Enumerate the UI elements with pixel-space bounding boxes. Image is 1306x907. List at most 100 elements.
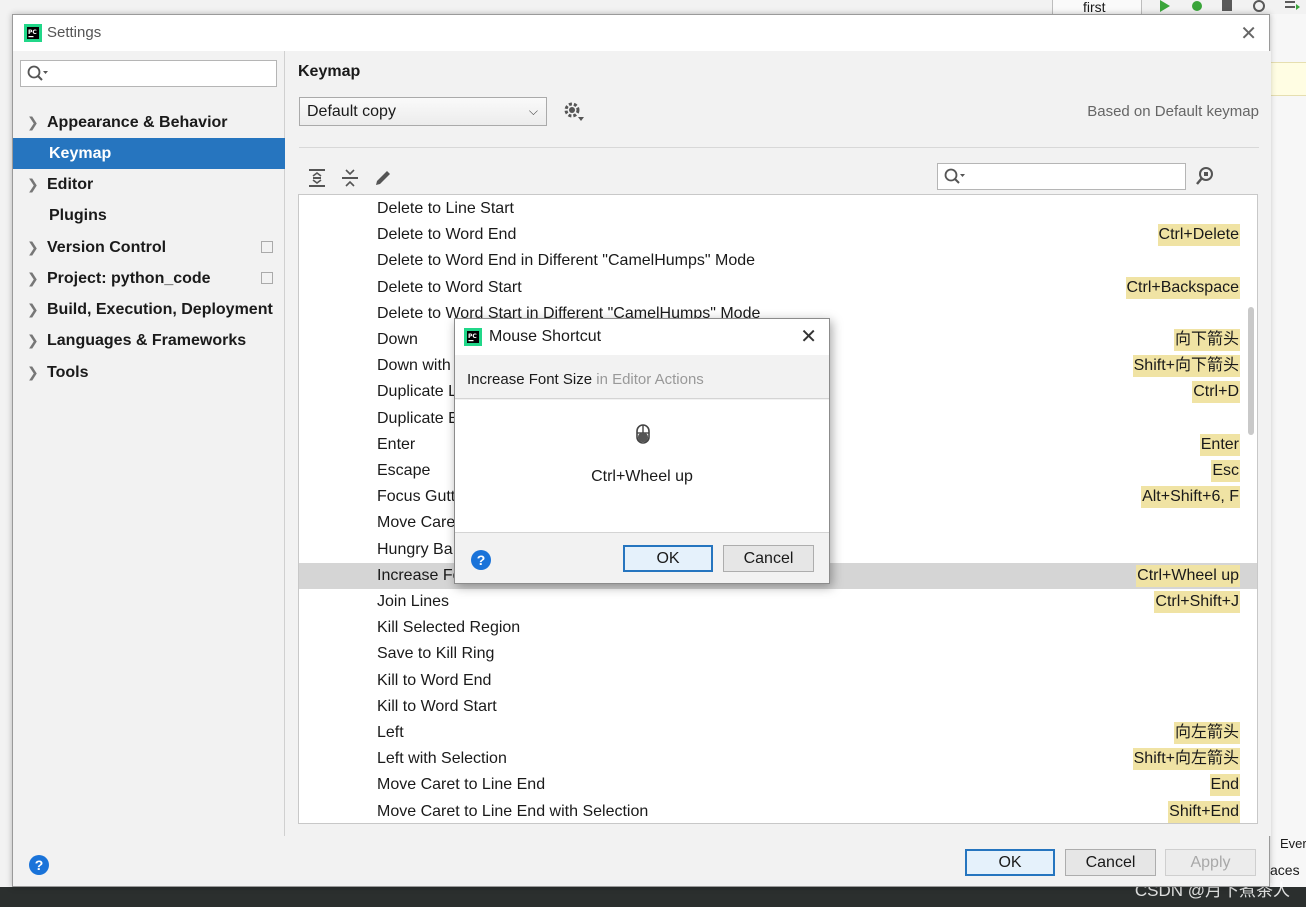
sidebar-item-label: Languages & Frameworks <box>47 332 247 349</box>
ide-right-edge: Ever aces <box>1270 14 1306 887</box>
action-row[interactable]: Delete to Word Start Ctrl+Backspace <box>299 275 1257 301</box>
sidebar-item-label: Plugins <box>49 207 107 224</box>
shortcut-badge: Ctrl+Delete <box>1157 224 1240 247</box>
action-name: Move Care <box>377 514 456 532</box>
ok-button[interactable]: OK <box>965 849 1055 876</box>
svg-text:PC: PC <box>468 333 477 340</box>
action-name: Left with Selection <box>377 750 507 768</box>
gear-icon[interactable] <box>563 101 585 123</box>
close-icon[interactable]: ✕ <box>1240 21 1257 46</box>
action-name: Kill to Word Start <box>377 697 497 715</box>
shortcut-value: Ctrl+Wheel up <box>591 468 693 485</box>
action-group: in Editor Actions <box>592 371 704 388</box>
action-name: Delete to Word End <box>377 226 517 244</box>
action-row[interactable]: Kill to Word End <box>299 668 1257 694</box>
keymap-select-value: Default copy <box>307 103 396 120</box>
shortcut-badge: End <box>1209 774 1240 797</box>
sidebar-item-project[interactable]: ❯ Project: python_code <box>13 263 285 294</box>
sidebar-item-version-control[interactable]: ❯ Version Control <box>13 232 285 263</box>
sidebar-item-editor[interactable]: ❯ Editor <box>13 169 285 200</box>
action-row[interactable]: Left with Selection Shift+向左箭头 <box>299 746 1257 772</box>
search-icon <box>944 168 965 184</box>
run-list-icon[interactable] <box>1284 0 1300 14</box>
action-name: Delete to Word End in Different "CamelHu… <box>377 252 756 270</box>
collapse-all-icon[interactable] <box>339 167 361 189</box>
ide-toolbar: first <box>0 0 1306 16</box>
sidebar-item-plugins[interactable]: Plugins <box>13 200 285 231</box>
help-icon[interactable]: ? <box>471 550 491 570</box>
action-name: Enter <box>377 435 416 453</box>
ide-left-edge <box>0 14 12 887</box>
action-name: Increase Fo <box>377 566 462 584</box>
action-row[interactable]: Save to Kill Ring <box>299 641 1257 667</box>
sidebar-item-appearance[interactable]: ❯ Appearance & Behavior <box>13 107 285 138</box>
chevron-right-icon: ❯ <box>27 301 39 317</box>
debug-icon[interactable] <box>1190 0 1204 14</box>
shortcut-badge: 向左箭头 <box>1173 722 1240 744</box>
action-row[interactable]: Kill to Word Start <box>299 694 1257 720</box>
action-description: Increase Font Size in Editor Actions <box>467 371 704 388</box>
shortcut-badge: Ctrl+Wheel up <box>1136 564 1240 587</box>
action-row[interactable]: Kill Selected Region <box>299 615 1257 641</box>
sidebar-item-keymap[interactable]: Keymap <box>13 138 285 169</box>
action-name: Increase Font Size <box>467 371 593 388</box>
cancel-button[interactable]: Cancel <box>723 545 814 572</box>
action-info: Increase Font Size in Editor Actions <box>455 355 829 399</box>
shortcut-badge: Shift+向下箭头 <box>1132 355 1240 378</box>
action-search-input[interactable] <box>937 163 1186 190</box>
keymap-select[interactable]: Default copy ⌵ <box>299 97 547 126</box>
action-row[interactable]: Delete to Line Start <box>299 196 1257 222</box>
sidebar-item-languages[interactable]: ❯ Languages & Frameworks <box>13 325 285 356</box>
action-name: Focus Gutt <box>377 488 456 506</box>
close-icon[interactable]: ✕ <box>800 324 817 349</box>
expand-all-icon[interactable] <box>306 167 328 189</box>
shortcut-badge: Enter <box>1199 433 1240 456</box>
settings-titlebar: PC Settings ✕ <box>13 15 1269 51</box>
action-name: Escape <box>377 462 431 479</box>
sidebar-item-label: Appearance & Behavior <box>47 114 228 131</box>
coverage-icon[interactable] <box>1220 0 1234 14</box>
ok-button[interactable]: OK <box>623 545 713 572</box>
dialog-title: Mouse Shortcut <box>489 328 602 345</box>
action-row[interactable]: Join Lines Ctrl+Shift+J <box>299 589 1257 615</box>
shortcut-capture-area[interactable]: Ctrl+Wheel up <box>455 400 829 533</box>
shortcut-badge: Ctrl+D <box>1192 381 1240 404</box>
find-by-shortcut-icon[interactable] <box>1194 165 1216 187</box>
action-name: Delete to Word Start <box>377 278 522 296</box>
pycharm-icon: PC <box>464 328 482 346</box>
sidebar-item-tools[interactable]: ❯ Tools <box>13 357 285 388</box>
project-scope-icon <box>261 241 273 253</box>
scrollbar[interactable] <box>1248 307 1254 435</box>
profile-icon[interactable] <box>1252 0 1266 14</box>
shortcut-badge: Esc <box>1211 460 1240 482</box>
sidebar-item-label: Build, Execution, Deployment <box>47 301 273 318</box>
help-icon[interactable]: ? <box>29 855 49 875</box>
action-name: Kill to Word End <box>377 671 492 689</box>
action-row[interactable]: Left 向左箭头 <box>299 720 1257 746</box>
sidebar-item-build[interactable]: ❯ Build, Execution, Deployment <box>13 294 285 325</box>
shortcut-badge: Shift+向左箭头 <box>1132 748 1240 771</box>
chevron-right-icon: ❯ <box>27 364 39 380</box>
action-name: Duplicate E <box>377 409 459 427</box>
page-title: Keymap <box>298 63 361 80</box>
mouse-icon <box>636 424 650 444</box>
edit-icon[interactable] <box>372 167 394 189</box>
divider <box>299 147 1259 148</box>
apply-button[interactable]: Apply <box>1165 849 1256 876</box>
search-icon <box>27 65 48 81</box>
chevron-right-icon: ❯ <box>27 332 39 348</box>
action-row[interactable]: Move Caret to Line End End <box>299 772 1257 798</box>
shortcut-badge: Ctrl+Shift+J <box>1154 591 1240 613</box>
sidebar-search-input[interactable] <box>20 60 277 87</box>
chevron-right-icon: ❯ <box>27 114 39 130</box>
svg-text:PC: PC <box>28 29 37 36</box>
cancel-button[interactable]: Cancel <box>1065 849 1156 876</box>
action-name: Move Caret to Line End <box>377 776 546 794</box>
sidebar-item-label: Tools <box>47 364 89 381</box>
action-row[interactable]: Delete to Word End Ctrl+Delete <box>299 222 1257 248</box>
action-row[interactable]: Move Caret to Line End with Selection Shi… <box>299 799 1257 823</box>
action-row[interactable]: Delete to Word End in Different "CamelHu… <box>299 248 1257 274</box>
chevron-right-icon: ❯ <box>27 270 39 286</box>
run-icon[interactable] <box>1158 0 1172 14</box>
action-name: Join Lines <box>377 593 450 610</box>
